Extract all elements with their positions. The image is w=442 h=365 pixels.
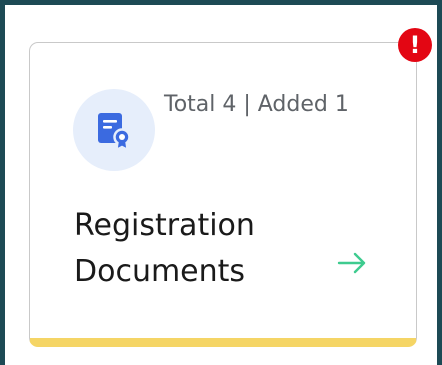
icon-circle: [73, 89, 155, 171]
registration-documents-card[interactable]: Total 4 | Added 1 Registration Documents: [29, 42, 417, 347]
document-count-stats: Total 4 | Added 1: [164, 92, 349, 117]
alert-badge: !: [398, 28, 432, 62]
card-title: Registration Documents: [74, 208, 255, 289]
certificate-document-icon: [98, 113, 131, 151]
arrow-right-icon[interactable]: [336, 251, 370, 275]
widget-frame: Total 4 | Added 1 Registration Documents…: [0, 0, 442, 365]
